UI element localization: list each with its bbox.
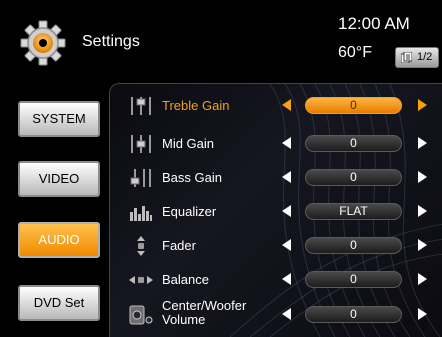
- setting-label: Center/Woofer Volume: [162, 299, 246, 327]
- page-indicator: 1/2: [417, 51, 433, 63]
- bass-gain-icon: [130, 169, 151, 187]
- setting-value: FLAT: [305, 203, 402, 220]
- decrease-arrow-icon[interactable]: [282, 99, 291, 111]
- app-title: Settings: [82, 33, 140, 50]
- nav-video-button[interactable]: VIDEO: [18, 161, 100, 197]
- header-bar: Settings 12:00 AM 60°F 1/2: [0, 0, 442, 78]
- increase-arrow-icon[interactable]: [418, 239, 427, 251]
- setting-label: Fader: [162, 238, 196, 253]
- mid-gain-icon: [131, 135, 151, 153]
- setting-row-center-woofer-volume[interactable]: Center/Woofer Volume 0: [110, 297, 442, 331]
- gear-icon[interactable]: [20, 20, 66, 66]
- setting-label: Treble Gain: [162, 98, 230, 113]
- setting-value: 0: [305, 97, 402, 114]
- decrease-arrow-icon[interactable]: [282, 171, 291, 183]
- decrease-arrow-icon[interactable]: [282, 137, 291, 149]
- nav-audio-button[interactable]: AUDIO: [18, 222, 100, 258]
- increase-arrow-icon[interactable]: [418, 308, 427, 320]
- speaker-icon: [129, 305, 153, 325]
- equalizer-icon: [130, 206, 152, 221]
- decrease-arrow-icon[interactable]: [282, 205, 291, 217]
- clock: 12:00 AM: [338, 14, 410, 33]
- setting-row-fader[interactable]: Fader 0: [110, 228, 442, 262]
- setting-label: Bass Gain: [162, 170, 222, 185]
- setting-label: Balance: [162, 272, 209, 287]
- setting-value: 0: [305, 135, 402, 152]
- increase-arrow-icon[interactable]: [418, 99, 427, 111]
- treble-gain-icon: [131, 97, 151, 115]
- decrease-arrow-icon[interactable]: [282, 273, 291, 285]
- setting-value: 0: [305, 169, 402, 186]
- setting-value: 0: [305, 306, 402, 323]
- setting-row-bass-gain[interactable]: Bass Gain 0: [110, 160, 442, 194]
- setting-value: 0: [305, 271, 402, 288]
- fader-icon: [137, 236, 145, 256]
- increase-arrow-icon[interactable]: [418, 205, 427, 217]
- setting-value: 0: [305, 237, 402, 254]
- nav-dvd-set-button[interactable]: DVD Set: [18, 285, 100, 321]
- setting-row-equalizer[interactable]: Equalizer FLAT: [110, 194, 442, 228]
- nav-system-button[interactable]: SYSTEM: [18, 101, 100, 137]
- setting-row-mid-gain[interactable]: Mid Gain 0: [110, 126, 442, 160]
- page-button[interactable]: 1/2: [395, 47, 439, 68]
- settings-panel: Treble Gain 0 Mid Gain 0 Bass Gain 0 Equ…: [109, 83, 442, 337]
- setting-row-balance[interactable]: Balance 0: [110, 262, 442, 296]
- setting-label: Equalizer: [162, 204, 217, 219]
- increase-arrow-icon[interactable]: [418, 171, 427, 183]
- pages-icon: [401, 52, 412, 63]
- setting-label-line-1: Center/Woofer: [162, 298, 247, 313]
- setting-row-treble-gain[interactable]: Treble Gain 0: [110, 88, 442, 122]
- decrease-arrow-icon[interactable]: [282, 239, 291, 251]
- setting-label: Mid Gain: [162, 136, 215, 151]
- temperature: 60°F: [338, 44, 372, 61]
- balance-icon: [129, 276, 153, 284]
- setting-label-line-2: Volume: [162, 312, 206, 327]
- increase-arrow-icon[interactable]: [418, 137, 427, 149]
- increase-arrow-icon[interactable]: [418, 273, 427, 285]
- decrease-arrow-icon[interactable]: [282, 308, 291, 320]
